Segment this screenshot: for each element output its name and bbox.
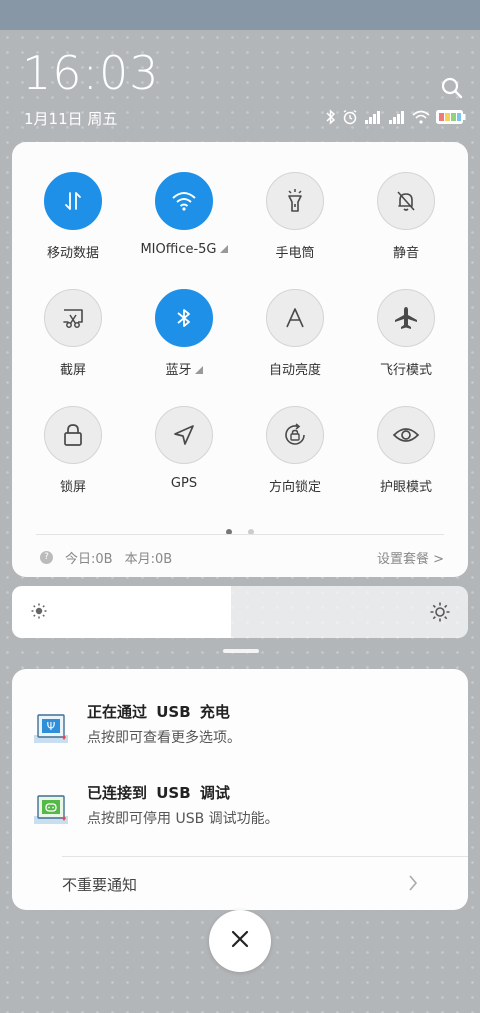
signal-icon-1 xyxy=(364,110,382,124)
notification-usb-debug[interactable]: 已连接到 USB 调试 点按即可停用 USB 调试功能。 xyxy=(12,780,468,840)
top-status-strip xyxy=(0,0,480,30)
toggle-label: GPS xyxy=(129,476,239,491)
toggle-label: 护眼模式 xyxy=(351,476,461,495)
toggle-mobile-data[interactable]: 移动数据 xyxy=(18,172,128,261)
battery-icon xyxy=(436,110,466,124)
toggle-label-text: 截屏 xyxy=(59,363,86,378)
notification-divider xyxy=(62,856,468,857)
toggle-label: MIOffice-5G xyxy=(129,242,239,257)
airplane-icon[interactable] xyxy=(377,289,435,347)
usage-today: 今日:0B xyxy=(65,552,113,567)
notification-desc: 点按即可停用 USB 调试功能。 xyxy=(87,811,279,827)
toggle-label-text: MIOffice-5G xyxy=(140,242,217,257)
lock-icon[interactable] xyxy=(44,406,102,464)
toggle-airplane[interactable]: 飞行模式 xyxy=(351,289,461,378)
expand-triangle-icon[interactable] xyxy=(194,366,203,374)
toggle-label: 蓝牙 xyxy=(129,359,239,378)
toggle-label-text: 蓝牙 xyxy=(165,363,192,378)
panel-divider xyxy=(36,534,444,535)
toggle-label-text: 自动亮度 xyxy=(268,363,321,378)
quick-settings-panel: 移动数据 MIOffice-5G 手电筒 静音截屏 蓝牙 自动亮度 飞行模式锁屏 GPS 方向锁… xyxy=(12,142,468,577)
help-icon[interactable]: ? xyxy=(40,551,53,564)
notification-title: 已连接到 USB 调试 xyxy=(87,784,230,802)
toggle-wifi[interactable]: MIOffice-5G xyxy=(129,172,239,257)
clock: 16:03 xyxy=(22,46,160,100)
usb-debug-icon xyxy=(32,792,72,828)
toggle-bluetooth[interactable]: 蓝牙 xyxy=(129,289,239,378)
toggle-label: 手电筒 xyxy=(240,242,350,261)
usb-charge-icon: Ψ xyxy=(32,711,72,747)
data-usage: ? 今日:0B 本月:0B xyxy=(40,548,172,567)
toggle-label: 自动亮度 xyxy=(240,359,350,378)
toggle-label-text: GPS xyxy=(170,476,198,491)
drag-handle[interactable] xyxy=(223,649,259,653)
status-icons xyxy=(326,108,466,126)
toggle-label: 锁屏 xyxy=(18,476,128,495)
toggle-label-text: 护眼模式 xyxy=(379,480,432,495)
alarm-icon xyxy=(342,109,358,125)
toggle-mute-bell[interactable]: 静音 xyxy=(351,172,461,261)
toggle-eye[interactable]: 护眼模式 xyxy=(351,406,461,495)
close-button[interactable] xyxy=(209,910,271,972)
toggle-flashlight[interactable]: 手电筒 xyxy=(240,172,350,261)
mobile-data-icon[interactable] xyxy=(44,172,102,230)
flashlight-icon[interactable] xyxy=(266,172,324,230)
mute-bell-icon[interactable] xyxy=(377,172,435,230)
toggle-gps[interactable]: GPS xyxy=(129,406,239,491)
chevron-right-icon[interactable] xyxy=(408,874,418,896)
bluetooth-icon[interactable] xyxy=(155,289,213,347)
signal-icon-2 xyxy=(388,110,406,124)
toggle-label-text: 手电筒 xyxy=(275,246,315,261)
usage-month: 本月:0B xyxy=(124,552,173,567)
rotation-lock-icon[interactable] xyxy=(266,406,324,464)
unimportant-notifications-link[interactable]: 不重要通知 xyxy=(62,874,137,895)
toggle-label: 静音 xyxy=(351,242,461,261)
search-icon[interactable] xyxy=(440,76,464,100)
toggle-label-text: 方向锁定 xyxy=(268,480,321,495)
notification-title: 正在通过 USB 充电 xyxy=(87,703,230,721)
toggle-label: 方向锁定 xyxy=(240,476,350,495)
screenshot-icon[interactable] xyxy=(44,289,102,347)
toggle-screenshot[interactable]: 截屏 xyxy=(18,289,128,378)
toggle-label-text: 飞行模式 xyxy=(379,363,432,378)
notification-card: Ψ 正在通过 USB 充电 点按即可查看更多选项。 已连接到 USB 调试 点按… xyxy=(12,669,468,910)
wifi-status-icon xyxy=(412,110,430,124)
toggle-rotation-lock[interactable]: 方向锁定 xyxy=(240,406,350,495)
notification-desc: 点按即可查看更多选项。 xyxy=(87,730,241,746)
toggle-lock[interactable]: 锁屏 xyxy=(18,406,128,495)
toggle-label-text: 移动数据 xyxy=(46,246,99,261)
close-icon xyxy=(231,930,249,952)
toggle-label: 移动数据 xyxy=(18,242,128,261)
date: 1月11日 周五 xyxy=(24,110,118,128)
brightness-high-icon xyxy=(430,602,450,626)
toggle-label-text: 静音 xyxy=(392,246,419,261)
toggle-label: 截屏 xyxy=(18,359,128,378)
notification-usb-charge[interactable]: Ψ 正在通过 USB 充电 点按即可查看更多选项。 xyxy=(12,699,468,759)
svg-text:Ψ: Ψ xyxy=(47,720,56,733)
brightness-low-icon xyxy=(30,602,48,624)
toggle-auto-brightness[interactable]: 自动亮度 xyxy=(240,289,350,378)
page-indicator xyxy=(12,520,468,539)
toggle-label-text: 锁屏 xyxy=(59,480,86,495)
gps-icon[interactable] xyxy=(155,406,213,464)
toggle-label: 飞行模式 xyxy=(351,359,461,378)
plan-settings-link[interactable]: 设置套餐 > xyxy=(377,548,444,567)
auto-brightness-icon[interactable] xyxy=(266,289,324,347)
bluetooth-status-icon xyxy=(326,109,336,125)
brightness-slider[interactable] xyxy=(12,586,468,638)
wifi-icon[interactable] xyxy=(155,172,213,230)
eye-icon[interactable] xyxy=(377,406,435,464)
expand-triangle-icon[interactable] xyxy=(219,245,228,253)
